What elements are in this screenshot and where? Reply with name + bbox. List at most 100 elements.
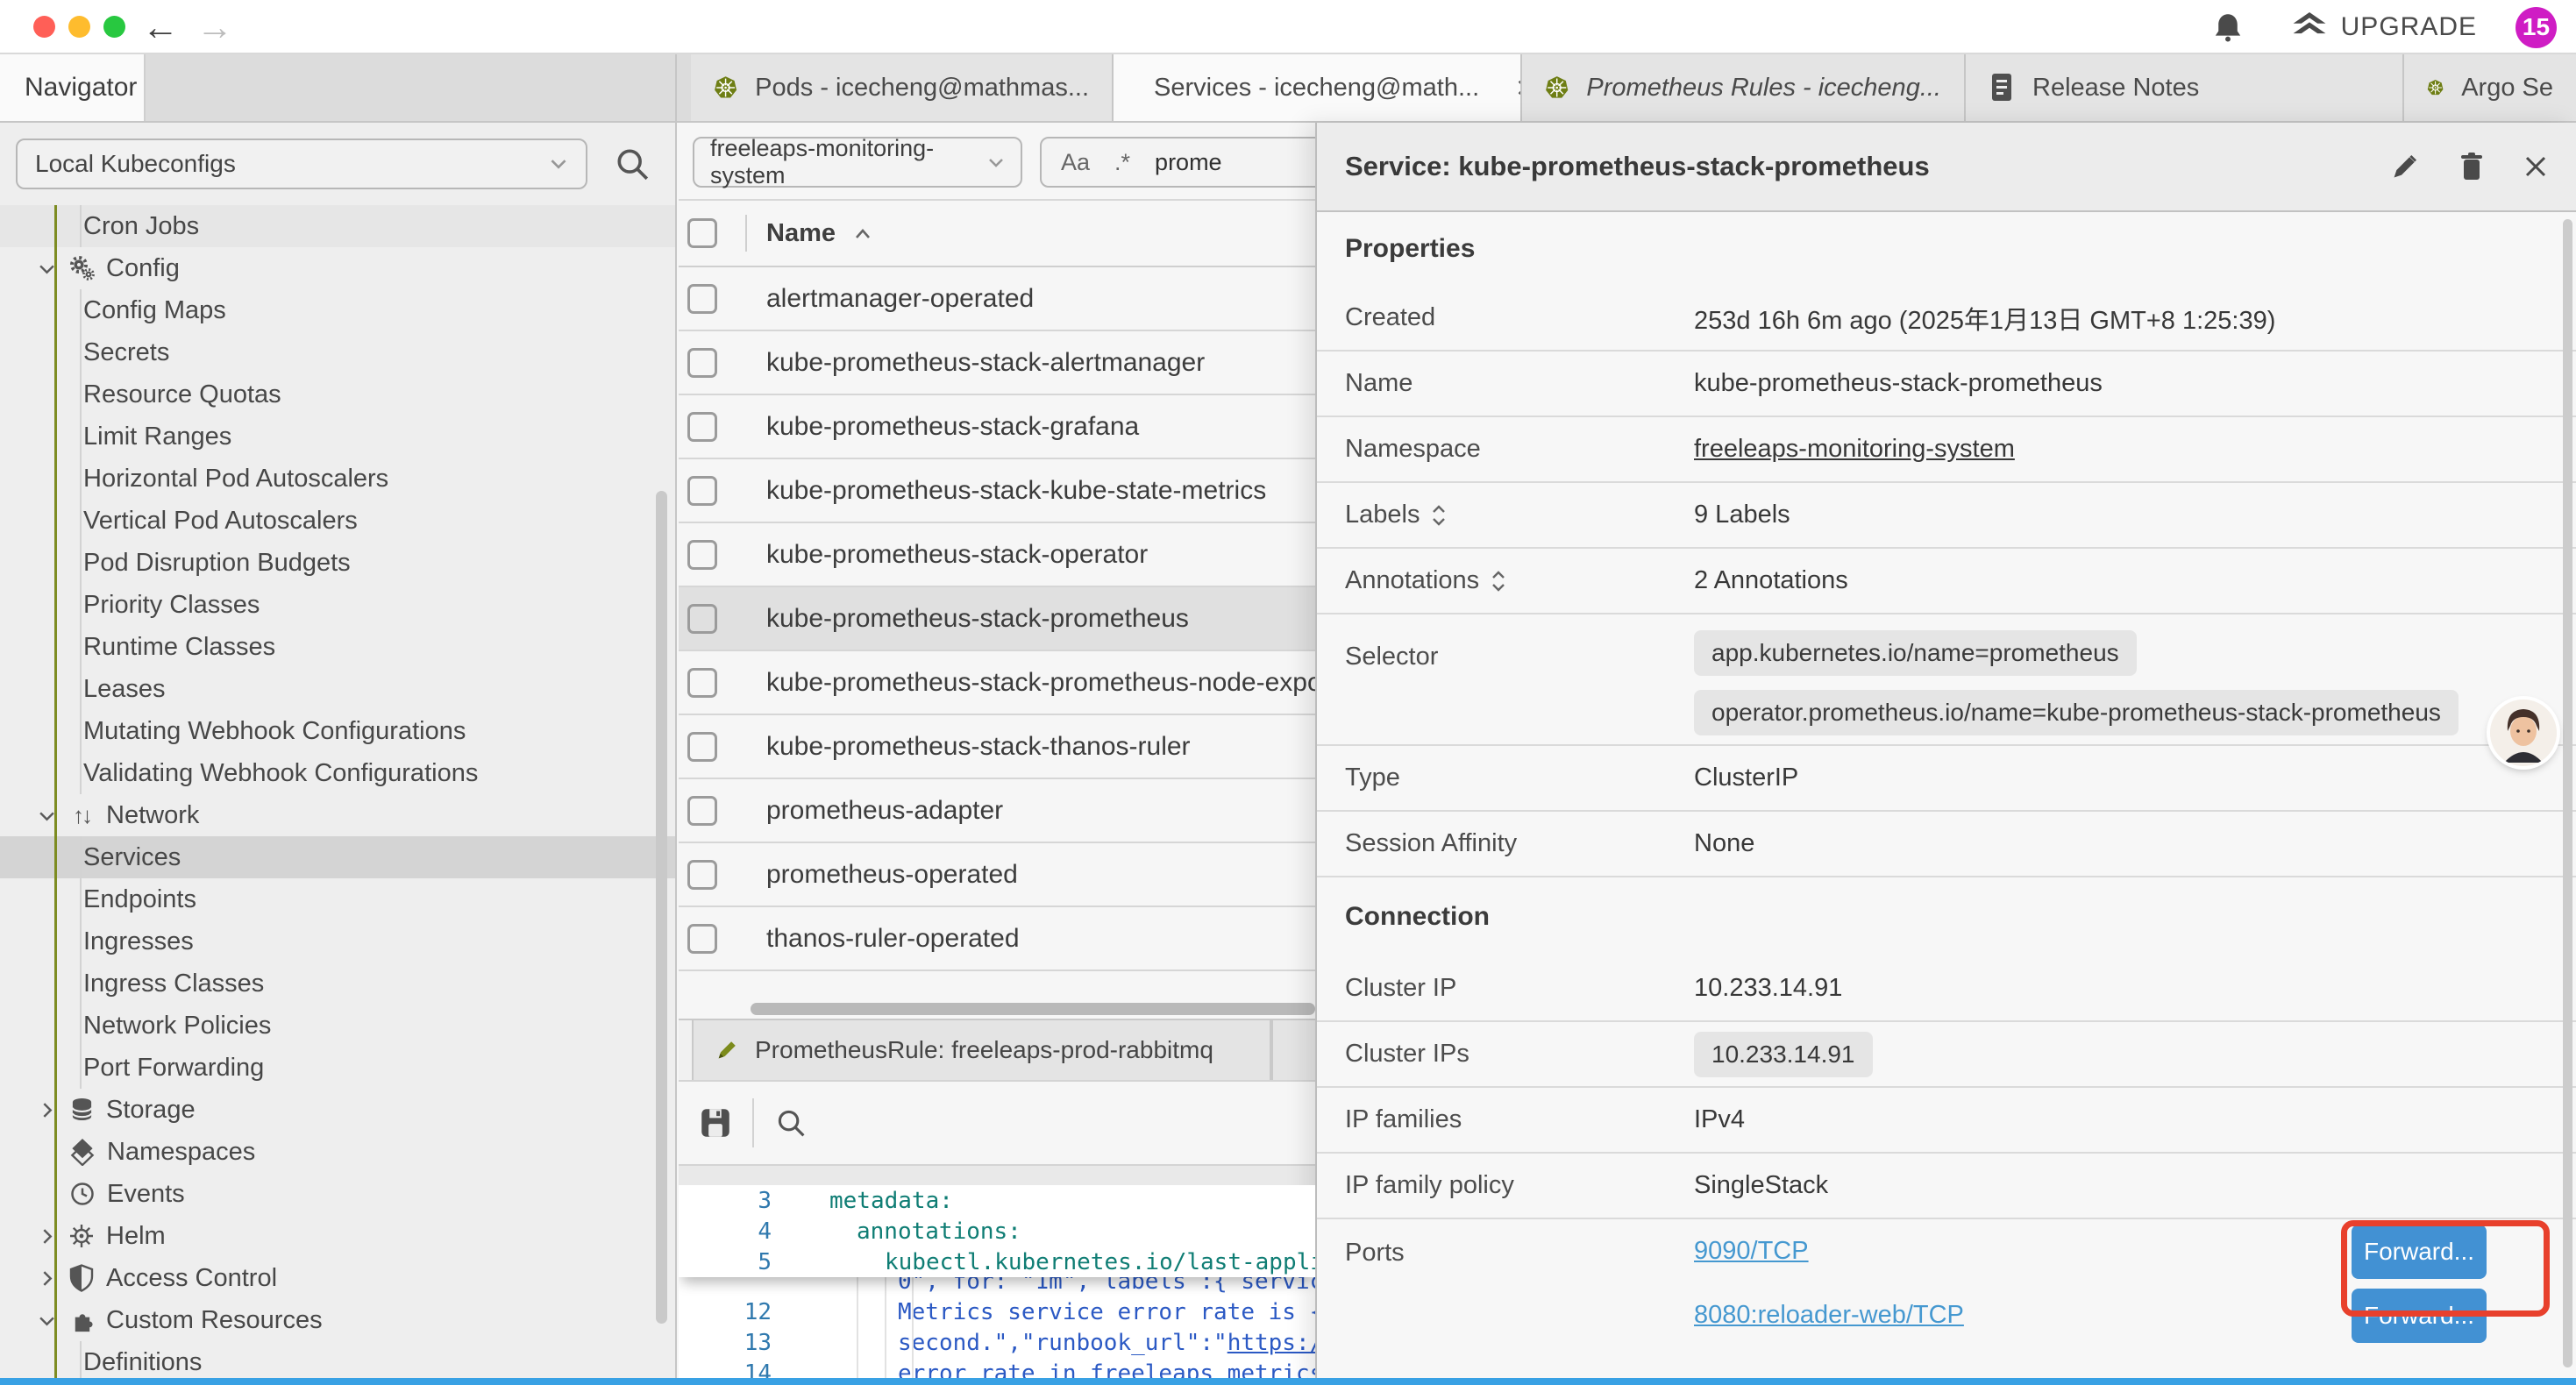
close-window-button[interactable] xyxy=(33,16,55,38)
code-text: 0", for: "1m", labels :{ service : xyxy=(898,1277,1315,1295)
sidebar-item-label: Services xyxy=(83,843,181,872)
row-checkbox[interactable] xyxy=(687,540,717,570)
row-checkbox[interactable] xyxy=(687,348,717,378)
row-checkbox[interactable] xyxy=(687,668,717,698)
sidebar-item-custom-resources[interactable]: Custom Resources xyxy=(0,1299,675,1341)
drawer-scrollbar[interactable] xyxy=(2563,219,2572,1367)
dock-tab-prometheusrule[interactable]: PrometheusRule: freeleaps-prod-rabbitmq xyxy=(692,1020,1271,1080)
row-checkbox[interactable] xyxy=(687,732,717,762)
horizontal-scrollbar[interactable] xyxy=(751,1003,1315,1015)
row-checkbox[interactable] xyxy=(687,412,717,442)
upgrade-button[interactable]: UPGRADE xyxy=(2292,12,2477,42)
row-checkbox[interactable] xyxy=(687,924,717,954)
sidebar-item-definitions[interactable]: Definitions xyxy=(0,1341,675,1383)
close-tab-icon[interactable]: × xyxy=(1516,72,1522,103)
sidebar-item-validating-webhook-configurations[interactable]: Validating Webhook Configurations xyxy=(0,752,675,794)
sidebar-item-namespaces[interactable]: Namespaces xyxy=(0,1131,675,1173)
tab-release-notes[interactable]: Release Notes xyxy=(1966,54,2404,121)
row-checkbox[interactable] xyxy=(687,476,717,506)
sidebar-item-pod-disruption-budgets[interactable]: Pod Disruption Budgets xyxy=(0,542,675,584)
sidebar-item-access-control[interactable]: Access Control xyxy=(0,1257,675,1299)
table-row[interactable]: kube-prometheus-stack-operator xyxy=(679,523,1315,587)
tab-navigator[interactable]: Navigator xyxy=(0,54,146,121)
sidebar-item-config[interactable]: Config xyxy=(0,247,675,289)
editor-search-icon[interactable] xyxy=(775,1107,807,1139)
delete-trash-icon[interactable] xyxy=(2459,152,2485,181)
notification-count-badge[interactable]: 15 xyxy=(2516,7,2557,48)
expand-toggle-icon[interactable] xyxy=(1432,504,1446,527)
minimize-window-button[interactable] xyxy=(68,16,90,38)
save-icon[interactable] xyxy=(700,1107,731,1139)
row-checkbox[interactable] xyxy=(687,860,717,890)
code-link-text[interactable]: https://net xyxy=(1228,1330,1315,1356)
row-checkbox[interactable] xyxy=(687,796,717,826)
sidebar-item-helm[interactable]: Helm xyxy=(0,1215,675,1257)
sidebar-item-config-maps[interactable]: Config Maps xyxy=(0,289,675,331)
table-row[interactable]: kube-prometheus-stack-kube-state-metrics xyxy=(679,459,1315,523)
sidebar-item-vertical-pod-autoscalers[interactable]: Vertical Pod Autoscalers xyxy=(0,500,675,542)
row-checkbox[interactable] xyxy=(687,284,717,314)
namespace-link[interactable]: freeleaps-monitoring-system xyxy=(1694,435,2015,464)
table-row[interactable]: kube-prometheus-stack-grafana xyxy=(679,395,1315,459)
sidebar-item-services[interactable]: Services xyxy=(0,836,675,878)
table-row[interactable]: alertmanager-operated xyxy=(679,267,1315,331)
port-link-8080[interactable]: 8080:reloader-web/TCP xyxy=(1694,1301,1964,1330)
select-all-checkbox[interactable] xyxy=(687,218,717,248)
sidebar-item-network-policies[interactable]: Network Policies xyxy=(0,1005,675,1047)
sidebar-item-limit-ranges[interactable]: Limit Ranges xyxy=(0,416,675,458)
sidebar-scrollbar[interactable] xyxy=(656,491,667,1324)
sort-asc-icon[interactable] xyxy=(855,228,871,239)
forward-button[interactable]: → xyxy=(196,2,233,53)
table-row[interactable]: thanos-ruler-operated xyxy=(679,907,1315,971)
dock-tab-next[interactable] xyxy=(1271,1020,1315,1080)
yaml-editor[interactable]: 3metadata: 4annotations: 5kubectl.kubern… xyxy=(679,1185,1315,1385)
zoom-window-button[interactable] xyxy=(103,16,125,38)
tab-argo[interactable]: Argo Se xyxy=(2404,54,2576,121)
tab-prometheus-rules[interactable]: Prometheus Rules - icecheng... xyxy=(1522,54,1966,121)
user-avatar[interactable] xyxy=(2490,700,2557,766)
sidebar-item-ingresses[interactable]: Ingresses xyxy=(0,920,675,962)
tab-pods[interactable]: Pods - icecheng@mathmas... xyxy=(691,54,1114,121)
table-search-input[interactable]: Aa .* prome xyxy=(1040,137,1315,188)
table-row[interactable]: kube-prometheus-stack-prometheus-node-ex… xyxy=(679,651,1315,715)
table-row[interactable]: kube-prometheus-stack-alertmanager xyxy=(679,331,1315,395)
sidebar-item-cron-jobs[interactable]: Cron Jobs xyxy=(0,205,675,247)
sidebar-item-mutating-webhook-configurations[interactable]: Mutating Webhook Configurations xyxy=(0,710,675,752)
expand-toggle-icon[interactable] xyxy=(1491,570,1505,593)
sidebar-item-secrets[interactable]: Secrets xyxy=(0,331,675,373)
sidebar-item-storage[interactable]: Storage xyxy=(0,1089,675,1131)
back-button[interactable]: ← xyxy=(142,2,179,53)
table-row[interactable]: prometheus-operated xyxy=(679,843,1315,907)
helm-wheel-icon xyxy=(68,1224,96,1248)
edit-icon[interactable] xyxy=(2390,152,2420,181)
sidebar-item-resource-quotas[interactable]: Resource Quotas xyxy=(0,373,675,416)
sidebar-item-runtime-classes[interactable]: Runtime Classes xyxy=(0,626,675,668)
sidebar-item-horizontal-pod-autoscalers[interactable]: Horizontal Pod Autoscalers xyxy=(0,458,675,500)
sidebar-item-priority-classes[interactable]: Priority Classes xyxy=(0,584,675,626)
tab-services[interactable]: Services - icecheng@math... × xyxy=(1114,54,1522,121)
code-line: 3metadata: xyxy=(679,1185,1315,1216)
match-case-icon[interactable]: Aa xyxy=(1061,149,1090,176)
sidebar-item-label: Port Forwarding xyxy=(83,1054,264,1083)
sidebar-item-port-forwarding[interactable]: Port Forwarding xyxy=(0,1047,675,1089)
namespace-select[interactable]: freeleaps-monitoring-system xyxy=(693,137,1022,188)
regex-icon[interactable]: .* xyxy=(1114,149,1130,176)
close-drawer-icon[interactable] xyxy=(2523,154,2548,179)
sidebar-item-ingress-classes[interactable]: Ingress Classes xyxy=(0,962,675,1005)
notifications-bell-icon[interactable] xyxy=(2213,12,2243,42)
sidebar-search-icon[interactable] xyxy=(614,146,651,182)
sidebar-item-events[interactable]: Events xyxy=(0,1173,675,1215)
table-row-selected[interactable]: kube-prometheus-stack-prometheus xyxy=(679,587,1315,651)
sidebar-item-leases[interactable]: Leases xyxy=(0,668,675,710)
kubeconfig-select[interactable]: Local Kubeconfigs xyxy=(16,138,587,189)
table-row[interactable]: kube-prometheus-stack-thanos-ruler xyxy=(679,715,1315,779)
row-checkbox[interactable] xyxy=(687,604,717,634)
sidebar-item-network[interactable]: ↑↓ Network xyxy=(0,794,675,836)
table-row[interactable]: prometheus-adapter xyxy=(679,779,1315,843)
sidebar-item-endpoints[interactable]: Endpoints xyxy=(0,878,675,920)
service-name: kube-prometheus-stack-kube-state-metrics xyxy=(766,476,1266,506)
database-icon xyxy=(68,1097,96,1123)
port-link-9090[interactable]: 9090/TCP xyxy=(1694,1237,1809,1266)
column-header-name[interactable]: Name xyxy=(766,219,836,248)
namespace-select-value: freeleaps-monitoring-system xyxy=(710,135,987,189)
